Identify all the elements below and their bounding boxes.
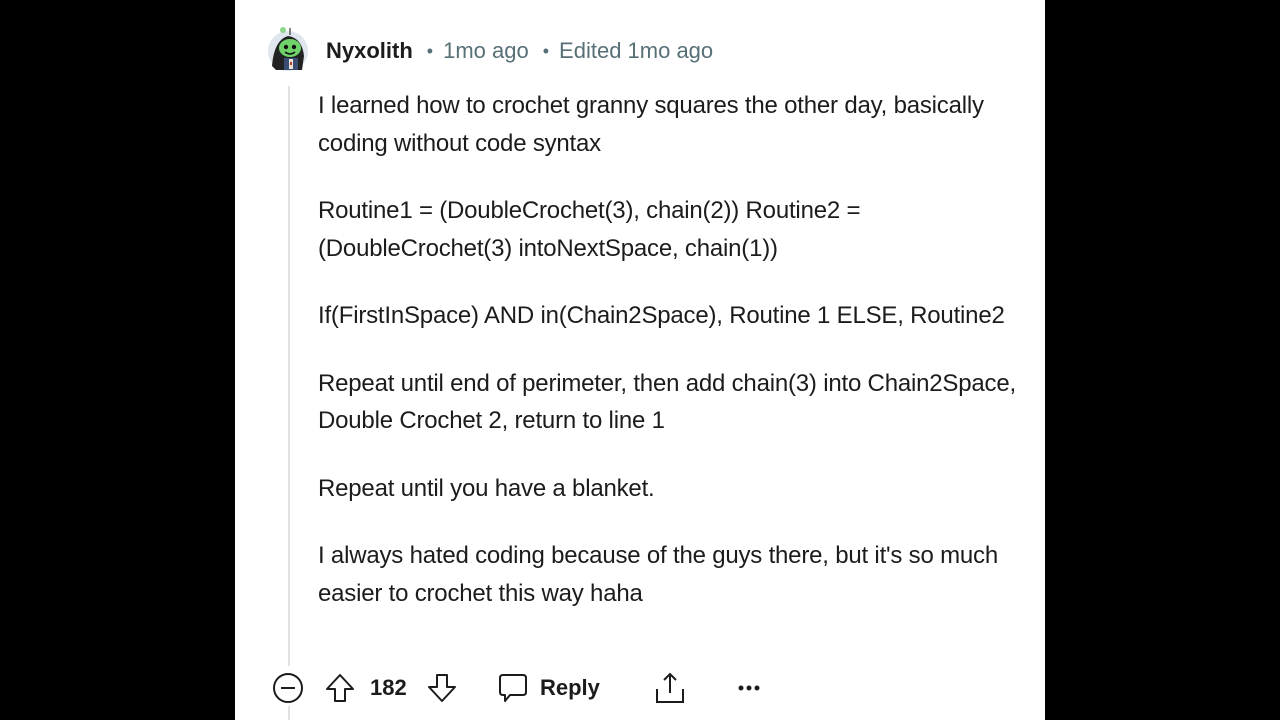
avatar[interactable] (266, 26, 310, 72)
edited-time: Edited 1mo ago (559, 38, 714, 63)
upvote-button[interactable] (324, 668, 356, 708)
vote-score: 182 (370, 668, 407, 708)
comment-paragraph: Repeat until end of perimeter, then add … (318, 369, 1016, 435)
downvote-arrow-icon (428, 674, 456, 702)
more-options-icon (738, 685, 760, 691)
thread-line[interactable] (288, 706, 290, 720)
downvote-button[interactable] (426, 668, 458, 708)
snoo-avatar-icon (268, 27, 308, 71)
more-options-button[interactable] (737, 668, 761, 708)
collapse-button[interactable] (272, 668, 304, 708)
collapse-minus-icon (273, 673, 303, 703)
comment-actions: 182 Reply (270, 668, 1030, 708)
thread-line[interactable] (288, 86, 290, 666)
comment-paragraph: I learned how to crochet granny squares … (318, 92, 984, 157)
separator-dot: • (426, 40, 434, 61)
comment-paragraph: Repeat until you have a blanket. (318, 474, 655, 502)
comment-paragraph: Routine1 = (DoubleCrochet(3), chain(2)) … (318, 197, 861, 262)
score-value: 182 (370, 675, 407, 700)
posted-time: 1mo ago (443, 38, 529, 63)
comment-bubble-icon (499, 674, 527, 702)
comment-header: Nyxolith • 1mo ago • Edited 1mo ago (326, 36, 713, 66)
share-icon (656, 672, 684, 703)
comment-paragraph: If(FirstInSpace) AND in(Chain2Space), Ro… (318, 302, 1005, 329)
upvote-arrow-icon (326, 674, 354, 702)
share-button[interactable] (654, 668, 686, 708)
author-name[interactable]: Nyxolith (326, 38, 413, 64)
reply-label: Reply (540, 675, 600, 700)
separator-dot: • (542, 40, 550, 61)
comment-body: I learned how to crochet granny squares … (318, 87, 1018, 642)
comment-paragraph: I always hated coding because of the guy… (318, 542, 998, 607)
reply-button[interactable]: Reply (498, 668, 600, 708)
